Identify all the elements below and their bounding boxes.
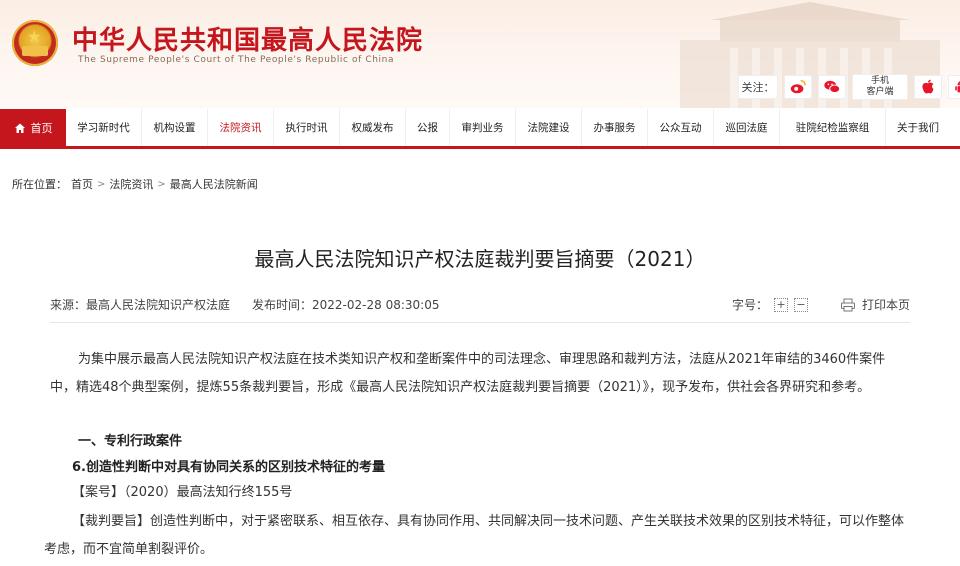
site-header: ★ 中华人民共和国最高人民法院 The Supreme People's Cou…	[0, 0, 960, 108]
nav-item-home[interactable]: 首页	[0, 109, 66, 146]
wechat-button[interactable]	[818, 75, 846, 99]
mobile-label-line2: 客户端	[866, 87, 894, 97]
meta-divider	[50, 322, 910, 323]
nav-item-organization[interactable]: 机构设置	[142, 109, 208, 146]
breadcrumb-home[interactable]: 首页	[71, 176, 93, 192]
follow-label: 关注：	[738, 75, 778, 99]
article-publish-time: 发布时间：2022-02-28 08:30:05	[252, 298, 440, 312]
nav-item-circuit-courts[interactable]: 巡回法庭	[714, 109, 780, 146]
section-heading: 一、专利行政案件	[78, 434, 183, 449]
follow-bar: 关注： 手机 客户端	[738, 74, 960, 100]
site-title[interactable]: 中华人民共和国最高人民法院	[72, 20, 423, 57]
case-number: 【案号】（2020）最高法知行终155号	[72, 485, 293, 500]
apple-app-button[interactable]	[914, 75, 942, 99]
article-source: 来源：最高人民法院知识产权法庭	[50, 298, 231, 312]
nav-item-services[interactable]: 办事服务	[582, 109, 648, 146]
print-page-link[interactable]: 打印本页	[862, 296, 910, 313]
android-app-button[interactable]	[948, 75, 960, 99]
nav-item-releases[interactable]: 权威发布	[340, 109, 406, 146]
font-decrease-button[interactable]: −	[793, 297, 808, 312]
article-tools: 字号： + − 打印本页	[732, 296, 910, 313]
nav-item-court-construction[interactable]: 法院建设	[516, 109, 582, 146]
ruling-gist: 【裁判要旨】创造性判断中，对于紧密联系、相互依存、具有协同作用、共同解决同一技术…	[44, 514, 905, 557]
nav-item-interaction[interactable]: 公众互动	[648, 109, 714, 146]
article-meta: 来源：最高人民法院知识产权法庭 发布时间：2022-02-28 08:30:05…	[50, 296, 910, 313]
breadcrumb-separator: >	[97, 178, 106, 190]
nav-item-gazette[interactable]: 公报	[406, 109, 450, 146]
breadcrumb-separator: >	[157, 178, 166, 190]
breadcrumb-prefix: 所在位置：	[12, 178, 67, 191]
nav-item-discipline-group[interactable]: 驻院纪检监察组	[780, 109, 886, 146]
subsection-heading: 6.创造性判断中对具有协同关系的区别技术特征的考量	[72, 460, 385, 475]
nav-item-court-news[interactable]: 法院资讯	[208, 109, 274, 146]
nav-item-trial-business[interactable]: 审判业务	[450, 109, 516, 146]
weibo-button[interactable]	[784, 75, 812, 99]
printer-icon[interactable]	[840, 298, 856, 312]
article-title: 最高人民法院知识产权法庭裁判要旨摘要（2021）	[254, 247, 706, 271]
nav-item-about[interactable]: 关于我们	[886, 109, 950, 146]
breadcrumb: 所在位置： 首页 > 法院资讯 > 最高人民法院新闻	[12, 176, 258, 192]
main-nav: 首页 学习新时代 机构设置 法院资讯 执行时讯 权威发布 公报 审判业务 法院建…	[0, 109, 960, 149]
breadcrumb-spc-news[interactable]: 最高人民法院新闻	[170, 176, 258, 192]
nav-item-enforcement-news[interactable]: 执行时讯	[274, 109, 340, 146]
font-increase-button[interactable]: +	[773, 297, 788, 312]
national-emblem-logo[interactable]: ★	[12, 20, 58, 66]
apple-icon	[922, 79, 934, 94]
home-icon	[14, 123, 25, 133]
android-icon	[955, 81, 960, 93]
weibo-icon	[790, 79, 806, 94]
breadcrumb-court-news[interactable]: 法院资讯	[109, 176, 153, 192]
intro-paragraph: 为集中展示最高人民法院知识产权法庭在技术类知识产权和垄断案件中的司法理念、审理思…	[50, 352, 886, 395]
nav-item-study[interactable]: 学习新时代	[66, 109, 142, 146]
site-subtitle: The Supreme People's Court of The People…	[78, 55, 395, 65]
nav-label: 首页	[30, 121, 53, 135]
mobile-label-line1: 手机	[870, 76, 889, 86]
wechat-icon	[824, 80, 841, 94]
font-size-label: 字号：	[731, 298, 768, 312]
mobile-client-button[interactable]: 手机 客户端	[852, 74, 908, 100]
